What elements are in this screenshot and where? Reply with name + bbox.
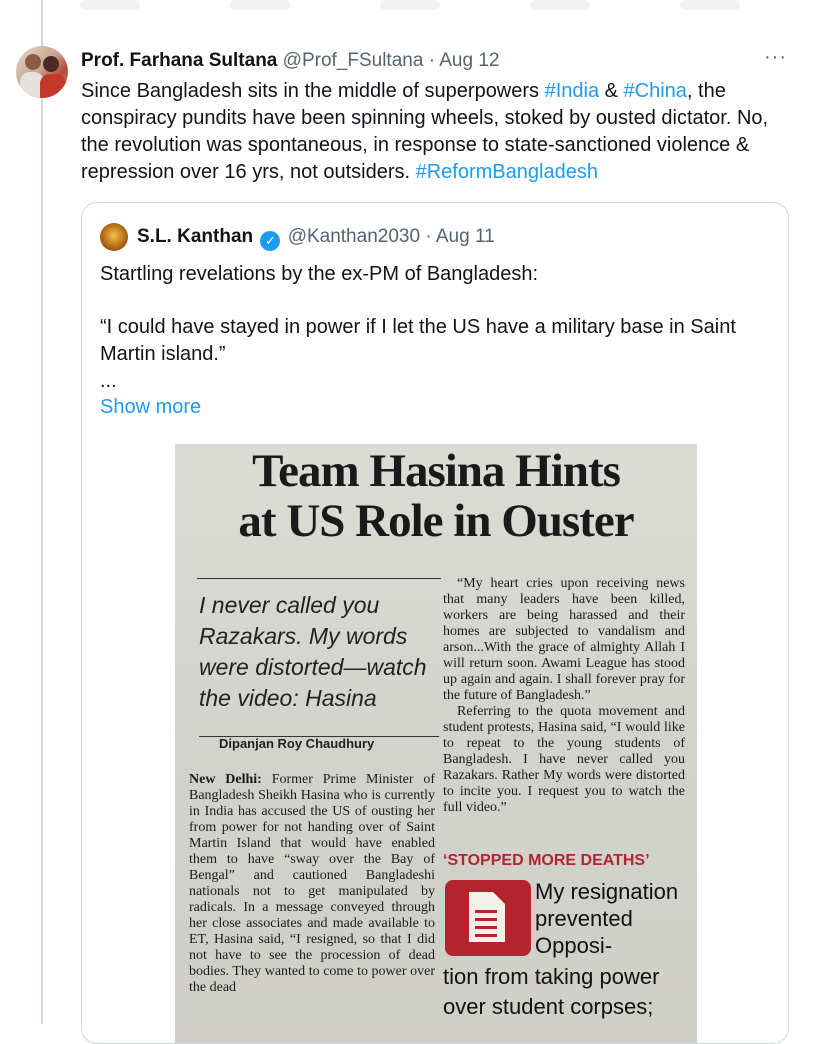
- verified-badge-icon: ✓: [260, 231, 281, 251]
- tweet-text-part: Since Bangladesh sits in the middle of s…: [81, 80, 545, 102]
- quoted-ellipsis: ...: [100, 370, 117, 392]
- clipping-quote-paragraph: “My heart cries upon receiving news that…: [443, 576, 685, 703]
- quoted-tweet-text: Startling revelations by the ex-PM of Ba…: [100, 261, 770, 395]
- author-handle[interactable]: @Prof_FSultana: [283, 50, 424, 71]
- header-separator: ·: [428, 50, 436, 71]
- clipping-body-right: “My heart cries upon receiving news that…: [443, 576, 685, 816]
- tweet-date[interactable]: Aug 12: [439, 50, 499, 71]
- quoted-author-avatar[interactable]: [100, 223, 128, 251]
- quoted-author-name[interactable]: S.L. Kanthan: [137, 226, 253, 247]
- newspaper-clipping-image[interactable]: Team Hasina Hints at US Role in Ouster I…: [175, 444, 697, 1043]
- quoted-tweet-date[interactable]: Aug 11: [436, 226, 495, 247]
- thread-line: [41, 0, 43, 1024]
- hashtag-reformbangladesh[interactable]: #ReformBangladesh: [416, 161, 598, 183]
- clipping-body-left-text: Former Prime Minister of Bangladesh Shei…: [189, 772, 435, 995]
- clipping-byline: Dipanjan Roy Chaudhury: [219, 736, 375, 751]
- clipping-body-left: New Delhi: Former Prime Minister of Bang…: [189, 772, 435, 996]
- show-more-link[interactable]: Show more: [100, 396, 201, 419]
- hashtag-india[interactable]: #India: [545, 80, 600, 102]
- previous-tweet-actions: [80, 0, 800, 14]
- author-avatar[interactable]: [16, 46, 68, 98]
- quoted-tweet-header: S.L. Kanthan ✓ @Kanthan2030 · Aug 11: [137, 224, 495, 251]
- headline-line-1: Team Hasina Hints: [252, 445, 621, 497]
- quoted-line-1: Startling revelations by the ex-PM of Ba…: [100, 263, 539, 285]
- clipping-dateline: New Delhi:: [189, 772, 262, 787]
- clipping-subhead: ‘STOPPED MORE DEATHS’: [443, 852, 650, 869]
- headline-line-2: at US Role in Ouster: [238, 495, 634, 547]
- quoted-author-handle[interactable]: @Kanthan2030: [288, 226, 420, 247]
- quoted-tweet-card[interactable]: S.L. Kanthan ✓ @Kanthan2030 · Aug 11 Sta…: [81, 202, 789, 1044]
- quoted-header-separator: ·: [425, 226, 432, 247]
- deck-rule-top: [197, 578, 441, 579]
- clipping-headline: Team Hasina Hints at US Role in Ouster: [175, 446, 697, 546]
- hashtag-china[interactable]: #China: [624, 80, 687, 102]
- author-name[interactable]: Prof. Farhana Sultana: [81, 50, 277, 71]
- clipping-pull-quote-b: tion from taking power over student corp…: [443, 964, 660, 1019]
- clipping-deck: I never called you Razakars. My words we…: [199, 592, 427, 711]
- clipping-quota-paragraph: Referring to the quota movement and stud…: [443, 704, 685, 815]
- tweet-header: Prof. Farhana Sultana @Prof_FSultana · A…: [81, 49, 499, 73]
- clipping-pull-quote-a: My resignation prevented Opposi-: [535, 879, 679, 958]
- document-icon: [445, 880, 531, 956]
- quoted-line-2: “I could have stayed in power if I let t…: [100, 316, 736, 365]
- tweet-text: Since Bangladesh sits in the middle of s…: [81, 78, 796, 186]
- tweet-text-part: &: [599, 80, 624, 102]
- more-options-icon[interactable]: ···: [764, 46, 787, 69]
